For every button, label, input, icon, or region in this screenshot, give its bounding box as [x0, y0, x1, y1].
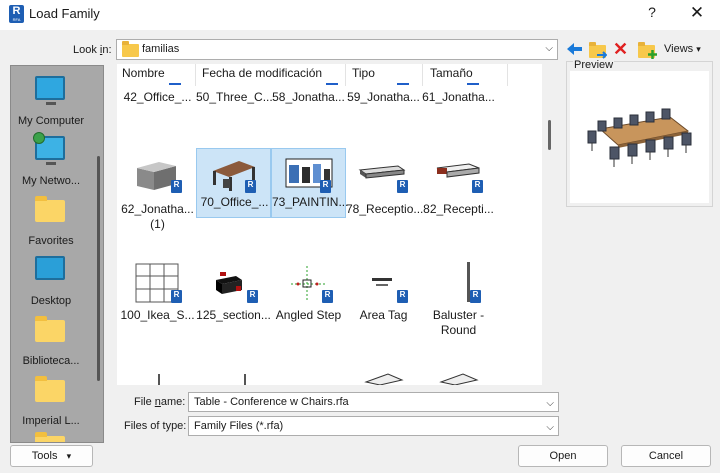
preview-panel: Preview	[566, 59, 713, 207]
lookin-dropdown[interactable]: familias ⌵	[116, 39, 558, 60]
folder-icon	[35, 432, 65, 442]
filename-label: File name:	[134, 396, 186, 408]
views-button[interactable]: Views ▾	[664, 40, 714, 60]
folder-icon	[35, 316, 65, 342]
file-item[interactable]: R 62_Jonatha... (1)	[120, 156, 195, 236]
file-item[interactable]	[120, 372, 195, 385]
place-imperial[interactable]: Imperial L...	[11, 370, 91, 430]
revit-file-icon: R	[247, 290, 258, 303]
family-thumbnail	[132, 372, 182, 385]
place-my-computer[interactable]: My Computer	[11, 70, 91, 130]
scroll-thumb[interactable]	[97, 156, 100, 381]
file-item[interactable]: R Baluster - Round	[421, 262, 496, 352]
revit-app-icon: R RFA	[9, 5, 24, 23]
folder-icon	[35, 196, 65, 222]
open-button[interactable]: Open	[518, 445, 608, 467]
place-my-network[interactable]: My Netwo...	[11, 130, 91, 190]
delete-icon: ✕	[613, 39, 629, 59]
window-title: Load Family	[29, 6, 100, 21]
computer-icon	[35, 76, 65, 105]
chevron-down-icon: ⌵	[546, 422, 554, 433]
filetype-label: Files of type:	[124, 420, 187, 432]
family-thumbnail	[358, 372, 408, 385]
network-icon	[33, 132, 65, 165]
place-favorites[interactable]: Favorites	[11, 190, 91, 250]
place-biblioteca[interactable]: Biblioteca...	[11, 310, 91, 370]
title-bar: R RFA Load Family ? ✕	[0, 0, 720, 30]
preview-label: Preview	[573, 59, 615, 71]
file-item[interactable]: R Angled Step	[271, 262, 346, 332]
plus-icon	[648, 50, 657, 59]
tools-button[interactable]: Tools ▾	[10, 445, 93, 467]
delete-button[interactable]: ✕	[613, 40, 631, 60]
revit-file-icon: R	[320, 180, 331, 193]
filetype-select[interactable]: Family Files (*.rfa) ⌵	[188, 416, 559, 436]
family-thumbnail	[208, 372, 258, 385]
file-item[interactable]: 50_Three_C...	[196, 64, 273, 114]
lookin-label: Look in:	[73, 44, 112, 56]
column-separator	[507, 64, 508, 86]
file-item[interactable]: R 125_section...	[196, 262, 271, 332]
chevron-down-icon: ⌵	[546, 398, 554, 409]
revit-file-icon: R	[472, 180, 483, 193]
create-folder-button[interactable]	[637, 40, 657, 60]
revit-file-icon: R	[245, 180, 256, 193]
cancel-button[interactable]: Cancel	[621, 445, 711, 467]
file-list[interactable]: Nombre Fecha de modificación Tipo Tamaño…	[117, 64, 542, 385]
file-item[interactable]: 58_Jonatha...	[271, 64, 346, 114]
back-button[interactable]	[566, 40, 584, 60]
file-item[interactable]: R Area Tag	[346, 262, 421, 332]
file-item[interactable]	[421, 372, 496, 385]
folder-icon	[35, 376, 65, 402]
help-button[interactable]: ?	[641, 4, 663, 24]
file-item-selected[interactable]: R 70_Office_...	[196, 148, 271, 218]
place-desktop[interactable]: Desktop	[11, 250, 91, 310]
lookin-value: familias	[142, 43, 180, 55]
file-item-selected[interactable]: R 73_PAINTIN...	[271, 148, 348, 218]
revit-file-icon: R	[397, 180, 408, 193]
preview-image	[570, 71, 709, 203]
file-item[interactable]: 59_Jonatha...	[346, 64, 421, 114]
file-list-scroll-thumb[interactable]	[548, 120, 551, 150]
revit-file-icon: R	[470, 290, 481, 303]
filename-input[interactable]: Table - Conference w Chairs.rfa ⌵	[188, 392, 559, 412]
file-item[interactable]: R 100_Ikea_S...	[120, 262, 195, 332]
file-item[interactable]	[196, 372, 271, 385]
folder-icon	[122, 41, 139, 57]
back-arrow-icon	[567, 43, 582, 55]
file-item[interactable]: 61_Jonatha...	[421, 64, 496, 114]
revit-file-icon: R	[397, 290, 408, 303]
revit-file-icon: R	[171, 290, 182, 303]
arrow-icon	[597, 51, 607, 59]
revit-file-icon: R	[322, 290, 333, 303]
up-folder-button[interactable]	[588, 40, 608, 60]
file-item[interactable]: 42_Office_...	[120, 64, 195, 114]
place-partial[interactable]	[11, 430, 91, 442]
desktop-icon	[35, 256, 65, 280]
file-item[interactable]	[346, 372, 421, 385]
file-item[interactable]: R 82_Recepti...	[421, 156, 496, 226]
places-scrollbar[interactable]	[95, 66, 103, 442]
chevron-down-icon: ⌵	[545, 43, 553, 54]
family-thumbnail	[433, 372, 483, 385]
close-button[interactable]: ✕	[686, 3, 708, 25]
places-bar: My Computer My Netwo... Favorites Deskto…	[10, 65, 104, 443]
revit-file-icon: R	[171, 180, 182, 193]
file-item[interactable]: R 78_Receptio...	[346, 156, 423, 226]
